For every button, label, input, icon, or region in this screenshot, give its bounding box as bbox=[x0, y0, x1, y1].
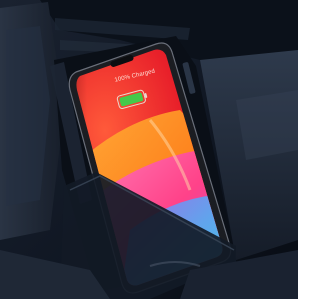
scene-illustration bbox=[0, 0, 298, 299]
car-console-photo: 100% Charged bbox=[0, 0, 298, 299]
